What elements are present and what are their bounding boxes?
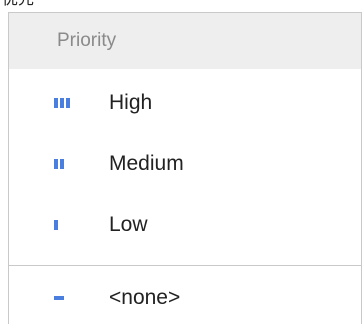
- option-label: Medium: [109, 151, 184, 175]
- priority-medium-icon: [54, 158, 64, 169]
- cut-off-label: 优先: [2, 0, 34, 9]
- priority-option-medium[interactable]: Medium: [9, 133, 361, 194]
- priority-option-high[interactable]: High: [9, 72, 361, 133]
- option-label: High: [109, 90, 153, 114]
- priority-option-low[interactable]: Low: [9, 194, 361, 255]
- priority-none-icon: [54, 295, 64, 300]
- menu-header: Priority: [9, 13, 361, 69]
- option-label: Low: [109, 212, 148, 236]
- option-label: <none>: [109, 285, 181, 309]
- priority-dropdown-menu: Priority High Medium Low <none>: [8, 12, 362, 324]
- priority-low-icon: [54, 219, 58, 230]
- priority-option-none[interactable]: <none>: [9, 266, 361, 329]
- priority-high-icon: [54, 97, 70, 108]
